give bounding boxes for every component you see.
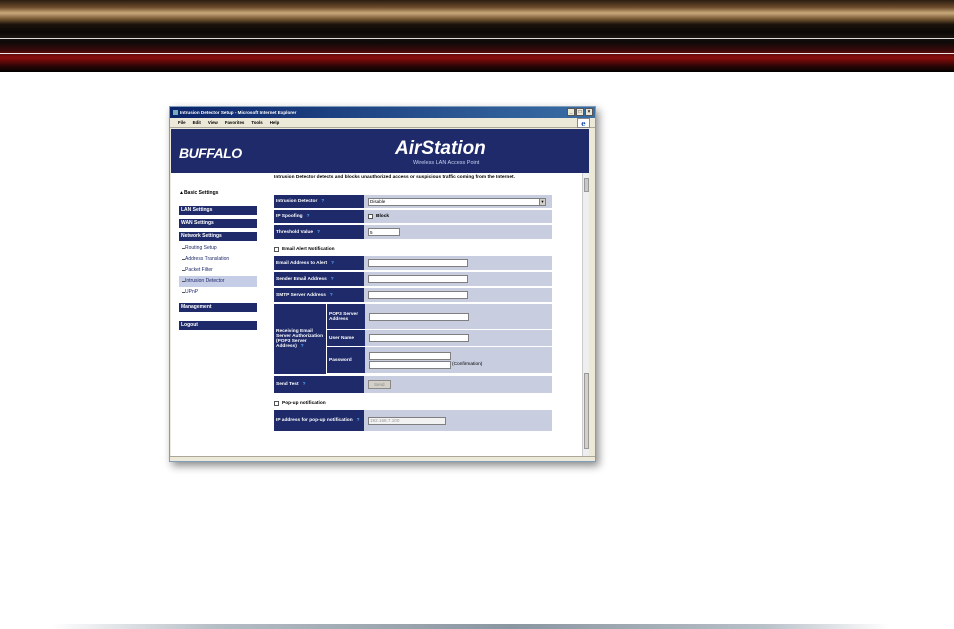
sidebar-sub-routing[interactable]: Routing Setup	[179, 243, 257, 254]
status-bar	[170, 456, 595, 461]
send-test-label: Send Test?	[274, 376, 364, 393]
ie-window-icon	[173, 110, 178, 115]
buffalo-logo: BUFFALO	[179, 145, 242, 161]
password-label: Password	[327, 347, 365, 373]
window-titlebar[interactable]: Intrusion Detector Setup - Microsoft Int…	[170, 107, 595, 118]
send-test-button[interactable]: Send	[368, 380, 391, 389]
receiving-auth-label: Receiving Email Server Authorization (PO…	[274, 304, 326, 374]
vertical-scrollbar[interactable]	[582, 173, 589, 459]
brand-subtitle: Wireless LAN Access Point	[413, 160, 480, 166]
sidebar-item-wan[interactable]: WAN Settings	[179, 219, 257, 228]
browser-window: Intrusion Detector Setup - Microsoft Int…	[169, 106, 596, 462]
email-alert-checkbox[interactable]	[274, 246, 279, 252]
email-alert-section: Email Alert Notification	[274, 244, 552, 254]
sidebar-sub-address-translation[interactable]: Address Translation	[179, 254, 257, 265]
minimize-button[interactable]: _	[567, 108, 575, 116]
scrollbar-track-section[interactable]	[584, 373, 589, 449]
help-icon[interactable]: ?	[331, 261, 334, 266]
pop3-server-input[interactable]	[369, 312, 469, 321]
password-input[interactable]	[369, 351, 451, 360]
sidebar-item-network[interactable]: Network Settings	[179, 232, 257, 241]
smtp-server-input[interactable]	[368, 291, 468, 299]
block-checkbox[interactable]	[368, 214, 373, 219]
sidebar-basic-settings[interactable]: ▲Basic Settings	[179, 190, 257, 196]
menu-help[interactable]: Help	[270, 120, 280, 125]
username-label: User Name	[327, 330, 365, 346]
threshold-input[interactable]: 5	[368, 228, 400, 236]
window-title: Intrusion Detector Setup - Microsoft Int…	[180, 110, 297, 115]
intrusion-detector-label: Intrusion Detector?	[274, 195, 364, 208]
pop3-server-label: POP3 Server Address	[327, 304, 365, 329]
menu-bar: File Edit View Favorites Tools Help e	[170, 118, 595, 128]
close-button[interactable]: ×	[585, 108, 593, 116]
help-icon[interactable]: ?	[330, 293, 333, 298]
threshold-label: Threshold Value?	[274, 225, 364, 239]
popup-checkbox[interactable]	[274, 400, 279, 406]
help-icon[interactable]: ?	[321, 199, 324, 204]
sidebar-sub-packet-filter[interactable]: Packet Filter	[179, 265, 257, 276]
maximize-button[interactable]: □	[576, 108, 584, 116]
menu-file[interactable]: File	[178, 120, 186, 125]
help-icon[interactable]: ?	[357, 418, 360, 423]
page-content: BUFFALO AirStation Wireless LAN Access P…	[171, 129, 589, 459]
product-banner: BUFFALO AirStation Wireless LAN Access P…	[171, 129, 589, 173]
menu-edit[interactable]: Edit	[193, 120, 201, 125]
sender-email-label: Sender Email Address?	[274, 272, 364, 286]
block-label: Block	[376, 214, 390, 219]
page-header-banner	[0, 0, 954, 72]
popup-section: Pop-up notification	[274, 398, 552, 408]
sidebar-nav: ▲Basic Settings LAN Settings WAN Setting…	[179, 183, 257, 334]
header-line	[0, 38, 954, 39]
intrusion-detector-select[interactable]: Disable ▼	[368, 197, 546, 206]
smtp-server-label: SMTP Server Address?	[274, 288, 364, 302]
header-line	[0, 53, 954, 54]
sender-email-input[interactable]	[368, 275, 468, 283]
ip-spoofing-label: IP Spoofing?	[274, 210, 364, 223]
scrollbar-thumb[interactable]	[584, 178, 589, 192]
ie-logo-icon: e	[577, 118, 590, 128]
username-input[interactable]	[369, 334, 469, 342]
intro-text: Intrusion Detector detects and blocks un…	[274, 175, 515, 180]
email-address-label: Email Address to Alert?	[274, 256, 364, 270]
confirmation-label: (Confirmation)	[452, 362, 483, 367]
ip-popup-label: IP address for pop-up notification?	[274, 410, 364, 431]
sidebar-item-management[interactable]: Management	[179, 303, 257, 312]
help-icon[interactable]: ?	[331, 277, 334, 282]
menu-tools[interactable]: Tools	[251, 120, 262, 125]
sidebar-item-logout[interactable]: Logout	[179, 321, 257, 330]
password-confirm-input[interactable]	[369, 360, 451, 369]
ip-popup-input[interactable]: 192.168.7.100	[368, 416, 446, 425]
help-icon[interactable]: ?	[303, 382, 306, 387]
help-icon[interactable]: ?	[317, 230, 320, 235]
sidebar-sub-upnp[interactable]: UPnP	[179, 287, 257, 298]
chevron-down-icon[interactable]: ▼	[539, 198, 545, 205]
menu-view[interactable]: View	[208, 120, 218, 125]
menu-favorites[interactable]: Favorites	[225, 120, 245, 125]
airstation-brand: AirStation	[395, 138, 486, 159]
footer-line	[50, 624, 890, 629]
sidebar-item-lan[interactable]: LAN Settings	[179, 206, 257, 215]
help-icon[interactable]: ?	[307, 214, 310, 219]
settings-form: Intrusion Detector detects and blocks un…	[274, 173, 552, 433]
email-address-input[interactable]	[368, 259, 468, 267]
sidebar-sub-intrusion-detector[interactable]: Intrusion Detector	[179, 276, 257, 287]
help-icon[interactable]: ?	[301, 344, 304, 349]
